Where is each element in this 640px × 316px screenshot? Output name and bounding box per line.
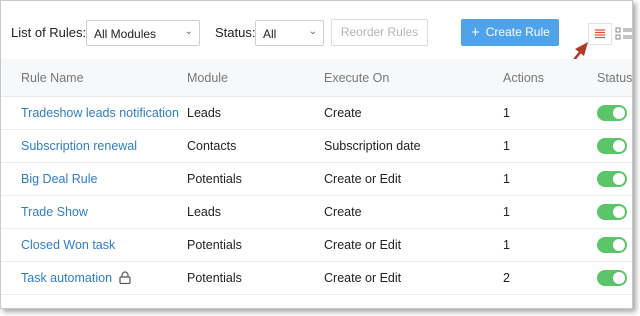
chevron-down-icon: ⌄ [184,26,193,37]
module-select[interactable]: All Modules ⌄ [86,20,200,46]
toggle-knob [613,239,625,251]
toggle-knob [613,107,625,119]
rule-name-link[interactable]: Task automation [21,271,131,285]
create-rule-button[interactable]: + Create Rule [461,19,559,46]
execute-on-cell: Create or Edit [324,271,402,285]
actions-count-cell: 1 [503,205,510,219]
column-header-actions[interactable]: Actions [503,71,544,85]
status-toggle[interactable] [597,138,627,154]
table-row[interactable]: Closed Won task Potentials Create or Edi… [1,229,632,262]
plus-icon: + [471,24,480,41]
actions-count-cell: 1 [503,106,510,120]
status-toggle[interactable] [597,237,627,253]
grid-view-icon [615,27,632,40]
module-cell: Potentials [187,238,242,252]
module-select-value: All Modules [94,27,157,41]
status-select-value: All [263,27,277,41]
execute-on-cell: Create [324,106,362,120]
column-header-execute-on[interactable]: Execute On [324,71,389,85]
toolbar: List of Rules: All Modules ⌄ Status: All… [1,1,632,59]
rule-name-link[interactable]: Trade Show [21,205,88,219]
column-header-module[interactable]: Module [187,71,228,85]
column-header-status[interactable]: Status [597,71,632,85]
execute-on-cell: Create or Edit [324,172,402,186]
list-view-icon [595,29,605,39]
status-select[interactable]: All ⌄ [255,20,324,46]
rule-name-link[interactable]: Closed Won task [21,238,115,252]
status-toggle[interactable] [597,105,627,121]
rule-name-text: Task automation [21,271,113,285]
execute-on-cell: Subscription date [324,139,421,153]
grid-view-button[interactable] [615,27,632,41]
rules-panel: List of Rules: All Modules ⌄ Status: All… [0,0,633,309]
table-row[interactable]: Big Deal Rule Potentials Create or Edit … [1,163,632,196]
list-of-rules-label: List of Rules: [11,25,87,40]
module-cell: Leads [187,106,222,120]
list-view-button[interactable] [588,23,612,45]
status-toggle[interactable] [597,270,627,286]
actions-count-cell: 1 [503,238,510,252]
module-cell: Contacts [187,139,237,153]
create-rule-label: Create Rule [485,25,550,39]
chevron-down-icon: ⌄ [308,26,317,37]
toggle-knob [613,173,625,185]
execute-on-cell: Create or Edit [324,238,402,252]
toggle-knob [613,272,625,284]
actions-count-cell: 1 [503,172,510,186]
toggle-knob [613,206,625,218]
toggle-knob [613,140,625,152]
module-cell: Potentials [187,172,242,186]
table-header: Rule Name Module Execute On Actions Stat… [1,59,632,97]
lock-icon [119,271,131,284]
actions-count-cell: 1 [503,139,510,153]
rule-name-link[interactable]: Subscription renewal [21,139,137,153]
module-cell: Potentials [187,271,242,285]
table-row[interactable]: Task automation Potentials Create or Edi… [1,262,632,295]
rule-name-link[interactable]: Big Deal Rule [21,172,97,186]
reorder-rules-button[interactable]: Reorder Rules [331,19,428,46]
status-toggle[interactable] [597,204,627,220]
table-row[interactable]: Trade Show Leads Create 1 [1,196,632,229]
actions-count-cell: 2 [503,271,510,285]
status-toggle[interactable] [597,171,627,187]
table-row[interactable]: Subscription renewal Contacts Subscripti… [1,130,632,163]
execute-on-cell: Create [324,205,362,219]
status-label: Status: [215,25,256,40]
module-cell: Leads [187,205,222,219]
table-row[interactable]: Tradeshow leads notification Leads Creat… [1,97,632,130]
column-header-rule-name[interactable]: Rule Name [21,71,84,85]
rule-name-link[interactable]: Tradeshow leads notification [21,106,179,120]
